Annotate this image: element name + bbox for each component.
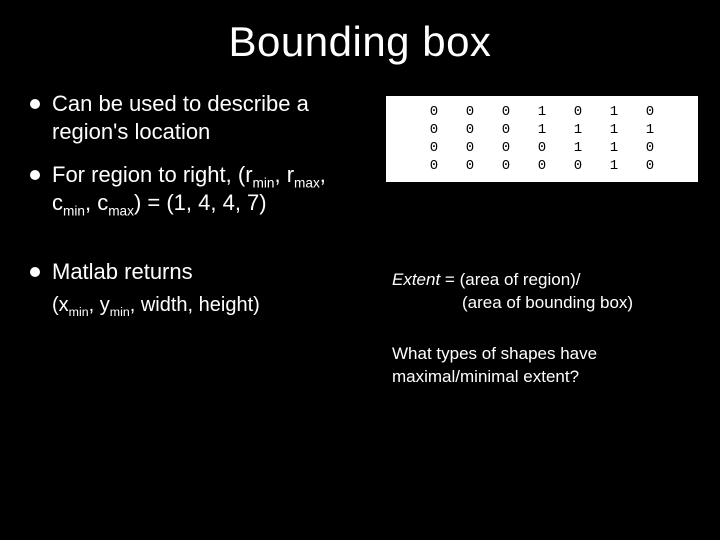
cell: 1 bbox=[524, 121, 560, 139]
cell: 0 bbox=[524, 139, 560, 157]
bullet-1: Can be used to describe a region's locat… bbox=[28, 90, 360, 145]
cell: 0 bbox=[416, 139, 452, 157]
question-text: What types of shapes have maximal/minima… bbox=[392, 343, 698, 389]
cell: 0 bbox=[452, 139, 488, 157]
slide-title: Bounding box bbox=[28, 18, 692, 66]
bullet-list-2: Matlab returns bbox=[28, 258, 360, 286]
matrix-row: 0000110 bbox=[416, 139, 668, 157]
sub-xmin: min bbox=[69, 305, 89, 319]
cell: 0 bbox=[452, 121, 488, 139]
cell: 1 bbox=[560, 121, 596, 139]
sub-rmin: min bbox=[253, 175, 275, 190]
suffix: ) = (1, 4, 4, 7) bbox=[134, 190, 267, 215]
extent-line2: (area of bounding box) bbox=[462, 293, 633, 312]
cell: 0 bbox=[452, 157, 488, 175]
cell: 0 bbox=[416, 103, 452, 121]
bullet-2: For region to right, (rmin, rmax, cmin, … bbox=[28, 161, 360, 216]
cell: 0 bbox=[488, 103, 524, 121]
extent-label: Extent bbox=[392, 270, 440, 289]
right-column: 0001010 0001111 0000110 0000010 Extent =… bbox=[382, 90, 698, 389]
bullet-3-paren: (xmin, ymin, width, height) bbox=[28, 294, 360, 317]
extent-formula: Extent = (area of region)/ (area of boun… bbox=[392, 268, 698, 315]
sub-cmin: min bbox=[63, 203, 85, 218]
cell: 0 bbox=[632, 157, 668, 175]
sep: , width, height) bbox=[130, 294, 260, 316]
matrix-panel: 0001010 0001111 0000110 0000010 bbox=[386, 96, 698, 182]
bullet-list: Can be used to describe a region's locat… bbox=[28, 90, 360, 216]
cell: 1 bbox=[596, 103, 632, 121]
cell: 0 bbox=[488, 157, 524, 175]
sep: , c bbox=[85, 190, 108, 215]
cell: 0 bbox=[416, 121, 452, 139]
columns: Can be used to describe a region's locat… bbox=[28, 90, 692, 389]
lower-block: Matlab returns (xmin, ymin, width, heigh… bbox=[28, 258, 360, 317]
cell: 0 bbox=[560, 157, 596, 175]
cell: 1 bbox=[596, 139, 632, 157]
bullet-2-text: For region to right, (r bbox=[52, 162, 253, 187]
cell: 0 bbox=[560, 103, 596, 121]
cell: 0 bbox=[488, 121, 524, 139]
cell: 0 bbox=[524, 157, 560, 175]
sub-cmax: max bbox=[108, 203, 134, 218]
q-line1: What types of shapes have bbox=[392, 344, 597, 363]
cell: 1 bbox=[632, 121, 668, 139]
sub-ymin: min bbox=[110, 305, 130, 319]
matrix-row: 0001111 bbox=[416, 121, 668, 139]
sub-rmax: max bbox=[294, 175, 320, 190]
sep: , r bbox=[274, 162, 294, 187]
matrix-row: 0000010 bbox=[416, 157, 668, 175]
q-line2: maximal/minimal extent? bbox=[392, 367, 579, 386]
p-prefix: (x bbox=[52, 294, 69, 316]
cell: 0 bbox=[452, 103, 488, 121]
cell: 1 bbox=[560, 139, 596, 157]
matrix-row: 0001010 bbox=[416, 103, 668, 121]
cell: 0 bbox=[632, 139, 668, 157]
slide: Bounding box Can be used to describe a r… bbox=[0, 0, 720, 540]
left-column: Can be used to describe a region's locat… bbox=[28, 90, 360, 389]
sep: , y bbox=[89, 294, 110, 316]
cell: 0 bbox=[488, 139, 524, 157]
cell: 1 bbox=[596, 121, 632, 139]
cell: 1 bbox=[524, 103, 560, 121]
bullet-3: Matlab returns bbox=[28, 258, 360, 286]
cell: 1 bbox=[596, 157, 632, 175]
cell: 0 bbox=[416, 157, 452, 175]
extent-eq: = (area of region)/ bbox=[440, 270, 580, 289]
cell: 0 bbox=[632, 103, 668, 121]
binary-matrix: 0001010 0001111 0000110 0000010 bbox=[416, 103, 668, 175]
